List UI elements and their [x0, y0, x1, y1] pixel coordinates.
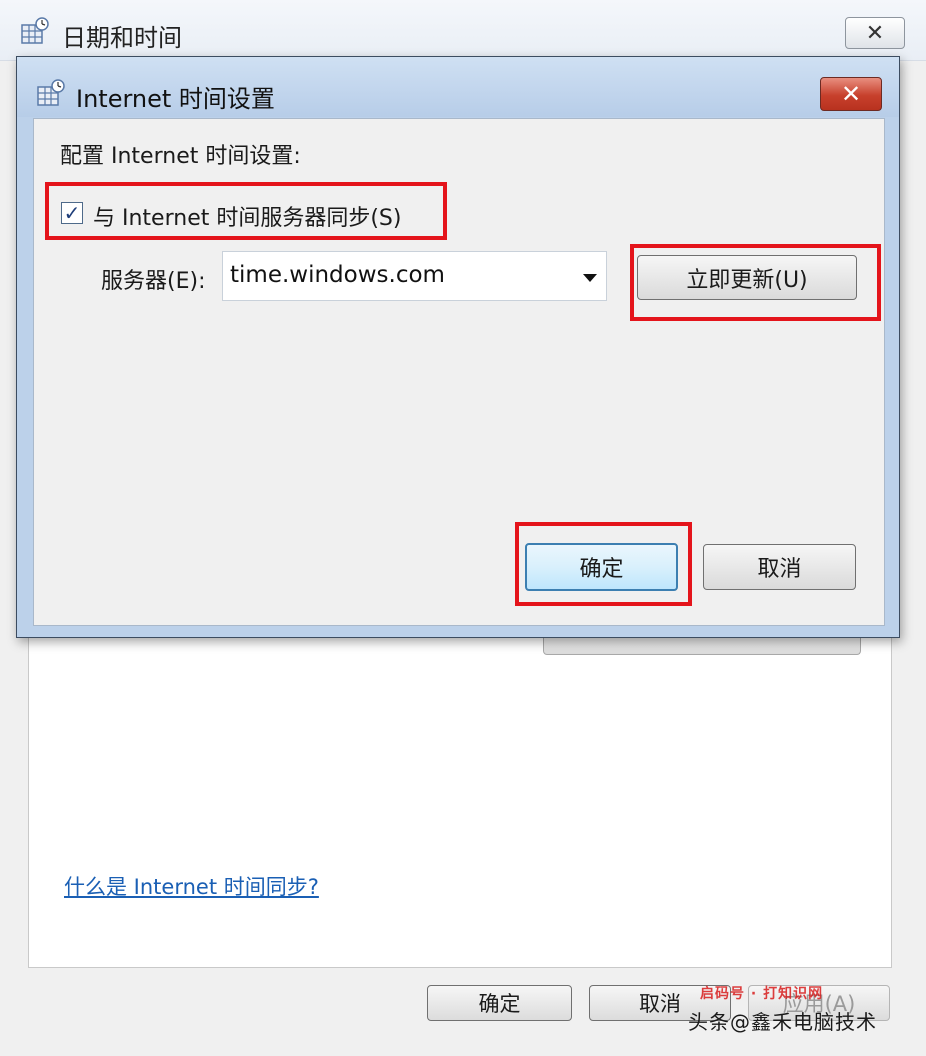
calendar-clock-icon — [37, 79, 65, 106]
close-icon: ✕ — [840, 80, 862, 108]
watermark-overlay: 启码号 · 打知识网 — [700, 983, 823, 1003]
outer-close-button[interactable]: ✕ — [845, 17, 905, 49]
internet-time-help-link[interactable]: 什么是 Internet 时间同步? — [64, 871, 319, 901]
highlight-box-update — [630, 244, 881, 321]
watermark: 头条@鑫禾电脑技术 — [688, 1006, 877, 1035]
calendar-clock-icon — [21, 17, 49, 44]
outer-window-title: 日期和时间 — [62, 24, 182, 52]
highlight-box-ok — [515, 522, 692, 606]
highlight-box-sync — [45, 182, 447, 240]
watermark-text: 头条@鑫禾电脑技术 — [688, 1010, 877, 1034]
outer-ok-button[interactable]: 确定 — [427, 985, 572, 1021]
config-heading: 配置 Internet 时间设置: — [60, 144, 301, 169]
dialog-title: Internet 时间设置 — [76, 85, 275, 113]
close-icon: ✕ — [865, 20, 885, 46]
dialog-cancel-button[interactable]: 取消 — [703, 544, 856, 590]
server-value[interactable]: time.windows.com — [230, 262, 445, 288]
outer-tab-panel — [28, 630, 892, 968]
dialog-close-button[interactable]: ✕ — [820, 77, 882, 111]
server-label: 服务器(E): — [101, 269, 206, 294]
chevron-down-icon[interactable] — [583, 274, 597, 282]
watermark-overlay-text: 启码号 · 打知识网 — [700, 986, 824, 1002]
